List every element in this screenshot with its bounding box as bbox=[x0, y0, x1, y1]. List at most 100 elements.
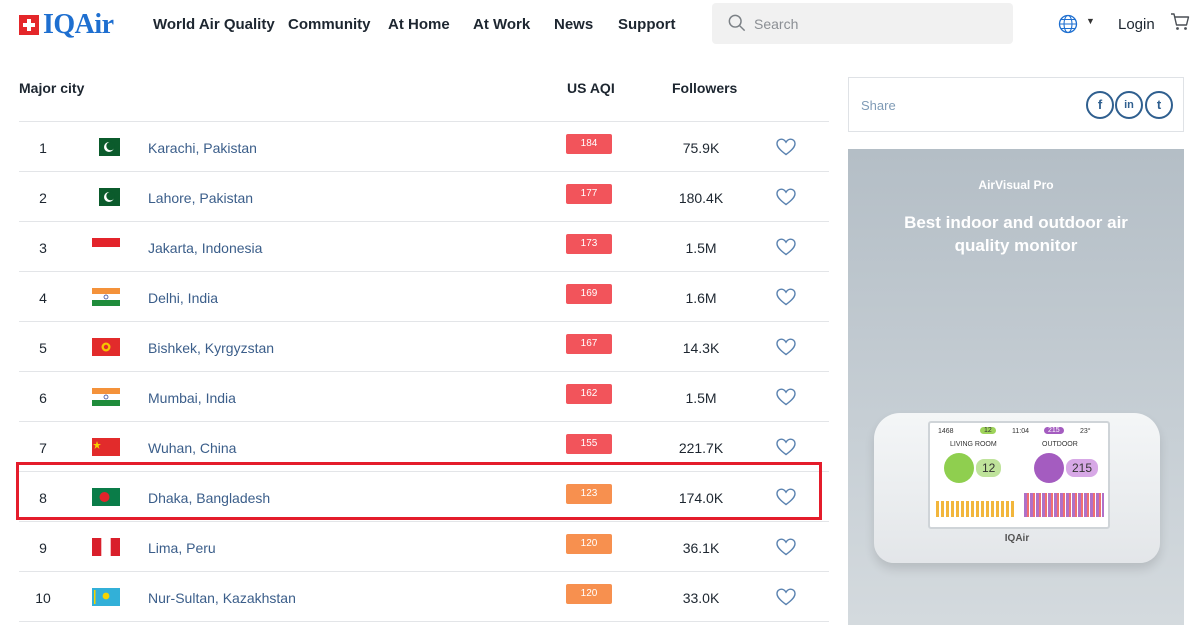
aqi-badge: 162 bbox=[566, 384, 612, 404]
rank-number: 9 bbox=[39, 540, 47, 556]
table-row[interactable]: 2 Lahore, Pakistan 177 180.4K bbox=[19, 171, 829, 221]
rank-number: 1 bbox=[39, 140, 47, 156]
rank-number: 6 bbox=[39, 390, 47, 406]
table-row[interactable]: 4 Delhi, India 169 1.6M bbox=[19, 271, 829, 321]
nav-support[interactable]: Support bbox=[618, 16, 676, 33]
device-temp: 23° bbox=[1080, 428, 1091, 435]
air-monitor-device-image: 1468 12 11:04 215 23° LIVING ROOM OUTDOO… bbox=[874, 413, 1160, 563]
outdoor-face-icon bbox=[1034, 453, 1064, 483]
followers-count: 180.4K bbox=[678, 190, 724, 206]
pakistan-flag-icon bbox=[92, 188, 120, 206]
aqi-badge: 155 bbox=[566, 434, 612, 454]
heart-icon[interactable] bbox=[776, 288, 796, 306]
search-icon bbox=[728, 14, 746, 32]
device-brand: IQAir bbox=[1004, 533, 1030, 544]
city-link[interactable]: Lima, Peru bbox=[148, 540, 216, 556]
top-navigation: IQAir World Air Quality Community At Hom… bbox=[0, 0, 1200, 50]
highlight-box bbox=[16, 462, 822, 520]
heart-icon[interactable] bbox=[776, 138, 796, 156]
search-input[interactable]: Search bbox=[712, 3, 1013, 44]
city-ranking-table: 1 Karachi, Pakistan 184 75.9K 2 Lahore, Pakis… bbox=[19, 121, 829, 622]
ad-title: Best indoor and outdoor air quality moni… bbox=[904, 213, 1128, 255]
nav-community[interactable]: Community bbox=[288, 16, 371, 33]
rank-number: 2 bbox=[39, 190, 47, 206]
aqi-badge: 120 bbox=[566, 584, 612, 604]
indoor-face-icon bbox=[944, 453, 974, 483]
facebook-icon[interactable]: f bbox=[1086, 91, 1114, 119]
column-header-city: Major city bbox=[19, 80, 85, 96]
nav-at-work[interactable]: At Work bbox=[473, 16, 530, 33]
column-header-followers: Followers bbox=[672, 80, 738, 96]
followers-count: 33.0K bbox=[682, 590, 720, 606]
table-row[interactable]: 5 Bishkek, Kyrgyzstan 167 14.3K bbox=[19, 321, 829, 371]
table-row[interactable]: 10 Nur-Sultan, Kazakhstan 120 33.0K bbox=[19, 571, 829, 622]
language-dropdown-caret-icon[interactable]: ▼ bbox=[1086, 16, 1095, 26]
city-link[interactable]: Lahore, Pakistan bbox=[148, 190, 253, 206]
heart-icon[interactable] bbox=[776, 188, 796, 206]
rank-number: 3 bbox=[39, 240, 47, 256]
heart-icon[interactable] bbox=[776, 388, 796, 406]
city-link[interactable]: Bishkek, Kyrgyzstan bbox=[148, 340, 274, 356]
aqi-badge: 177 bbox=[566, 184, 612, 204]
aqi-badge: 169 bbox=[566, 284, 612, 304]
living-room-label: LIVING ROOM bbox=[950, 441, 997, 448]
table-row[interactable]: 6 Mumbai, India 162 1.5M bbox=[19, 371, 829, 421]
twitter-icon[interactable]: t bbox=[1145, 91, 1173, 119]
heart-icon[interactable] bbox=[776, 338, 796, 356]
indonesia-flag-icon bbox=[92, 238, 120, 256]
aqi-badge: 173 bbox=[566, 234, 612, 254]
nav-at-home[interactable]: At Home bbox=[388, 16, 450, 33]
table-row[interactable]: 9 Lima, Peru 120 36.1K bbox=[19, 521, 829, 571]
device-time: 11:04 bbox=[1012, 428, 1029, 435]
heart-icon[interactable] bbox=[776, 588, 796, 606]
share-panel: Share f in t bbox=[848, 77, 1184, 132]
india-flag-icon bbox=[92, 388, 120, 406]
city-link[interactable]: Nur-Sultan, Kazakhstan bbox=[148, 590, 296, 606]
device-stat-2: 12 bbox=[980, 427, 996, 434]
nav-news[interactable]: News bbox=[554, 16, 593, 33]
heart-icon[interactable] bbox=[776, 438, 796, 456]
followers-count: 221.7K bbox=[678, 440, 724, 456]
city-link[interactable]: Mumbai, India bbox=[148, 390, 236, 406]
kyrgyzstan-flag-icon bbox=[92, 338, 120, 356]
aqi-badge: 184 bbox=[566, 134, 612, 154]
iqair-logo[interactable]: IQAir bbox=[19, 9, 114, 40]
nav-world-air-quality[interactable]: World Air Quality bbox=[153, 16, 275, 33]
device-stat-3: 215 bbox=[1044, 427, 1064, 434]
followers-count: 1.6M bbox=[685, 290, 717, 306]
china-flag-icon bbox=[92, 438, 120, 456]
aqi-badge: 120 bbox=[566, 534, 612, 554]
cart-icon[interactable] bbox=[1170, 12, 1190, 32]
outdoor-label: OUTDOOR bbox=[1042, 441, 1078, 448]
share-label: Share bbox=[861, 98, 896, 113]
ad-subtitle: AirVisual Pro bbox=[978, 178, 1054, 192]
table-row[interactable]: 1 Karachi, Pakistan 184 75.9K bbox=[19, 121, 829, 171]
pakistan-flag-icon bbox=[92, 138, 120, 156]
city-link[interactable]: Karachi, Pakistan bbox=[148, 140, 257, 156]
city-link[interactable]: Jakarta, Indonesia bbox=[148, 240, 262, 256]
city-link[interactable]: Delhi, India bbox=[148, 290, 218, 306]
aqi-badge: 167 bbox=[566, 334, 612, 354]
search-placeholder: Search bbox=[754, 16, 799, 32]
followers-count: 1.5M bbox=[685, 240, 717, 256]
outdoor-aqi-value: 215 bbox=[1066, 459, 1099, 477]
followers-count: 1.5M bbox=[685, 390, 717, 406]
outdoor-history-bars bbox=[1024, 493, 1104, 517]
heart-icon[interactable] bbox=[776, 238, 796, 256]
followers-count: 14.3K bbox=[682, 340, 720, 356]
airvisual-pro-ad[interactable]: AirVisual Pro Best indoor and outdoor ai… bbox=[848, 149, 1184, 625]
table-row[interactable]: 3 Jakarta, Indonesia 173 1.5M bbox=[19, 221, 829, 271]
heart-icon[interactable] bbox=[776, 538, 796, 556]
peru-flag-icon bbox=[92, 538, 120, 556]
rank-number: 10 bbox=[35, 590, 51, 606]
swiss-cross-icon bbox=[19, 15, 39, 35]
login-link[interactable]: Login bbox=[1118, 16, 1155, 33]
globe-icon[interactable] bbox=[1058, 14, 1078, 34]
rank-number: 4 bbox=[39, 290, 47, 306]
city-link[interactable]: Wuhan, China bbox=[148, 440, 236, 456]
rank-number: 5 bbox=[39, 340, 47, 356]
linkedin-icon[interactable]: in bbox=[1115, 91, 1143, 119]
indoor-history-bars bbox=[936, 501, 1016, 517]
indoor-aqi-value: 12 bbox=[976, 459, 1002, 477]
logo-text: IQAir bbox=[43, 9, 114, 40]
